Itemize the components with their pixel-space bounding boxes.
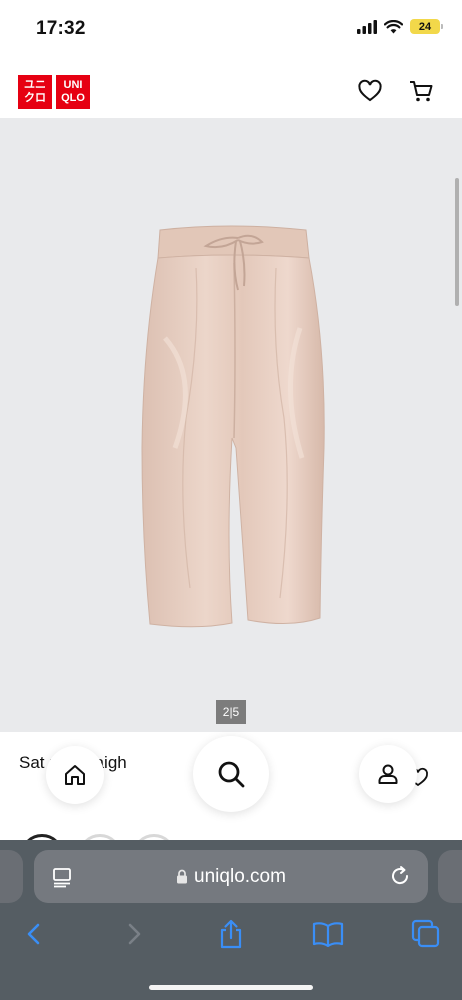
status-bar: 17:32 24 (0, 0, 462, 58)
home-button[interactable] (46, 746, 104, 804)
tabs-button[interactable] (410, 918, 442, 950)
search-button[interactable] (193, 736, 269, 812)
cart-icon[interactable] (408, 78, 434, 104)
battery-level: 24 (418, 20, 432, 33)
status-time: 17:32 (36, 18, 86, 39)
book-icon (312, 922, 344, 947)
logo-block-katakana: ユニ クロ (18, 75, 52, 109)
product-image[interactable] (0, 118, 462, 732)
browser-chrome: uniqlo.com (0, 840, 462, 1000)
battery-icon: 24 (410, 19, 443, 34)
wifi-icon (384, 19, 403, 33)
chevron-left-icon (27, 923, 40, 945)
forward-button[interactable] (118, 918, 150, 950)
scroll-indicator[interactable] (455, 178, 459, 306)
account-icon (378, 764, 398, 784)
cellular-signal-icon (357, 19, 377, 34)
back-button[interactable] (18, 918, 50, 950)
next-tab[interactable] (438, 850, 462, 903)
tabs-icon (411, 919, 440, 948)
heart-outline-icon[interactable] (357, 78, 383, 104)
account-button[interactable] (359, 745, 417, 803)
home-icon (65, 765, 85, 785)
url-text-wrapper: uniqlo.com (34, 866, 428, 888)
logo-block-latin: UNI QLO (56, 75, 90, 109)
search-icon (218, 761, 245, 788)
browser-toolbar (0, 918, 462, 958)
site-header: ユニ クロ UNI QLO (0, 58, 462, 118)
status-icons: 24 (357, 19, 443, 34)
pants-image (141, 225, 325, 628)
address-bar[interactable]: uniqlo.com (34, 850, 428, 903)
image-counter: 2|5 (216, 700, 246, 724)
chevron-right-icon (128, 923, 141, 945)
previous-tab[interactable] (0, 850, 23, 903)
reload-icon[interactable] (388, 864, 412, 888)
home-indicator[interactable] (149, 985, 313, 990)
share-button[interactable] (215, 918, 247, 950)
bookmarks-button[interactable] (312, 918, 344, 950)
share-icon (220, 919, 242, 949)
url-text: uniqlo.com (194, 866, 286, 887)
uniqlo-logo[interactable]: ユニ クロ UNI QLO (18, 75, 90, 109)
lock-icon (177, 869, 188, 884)
